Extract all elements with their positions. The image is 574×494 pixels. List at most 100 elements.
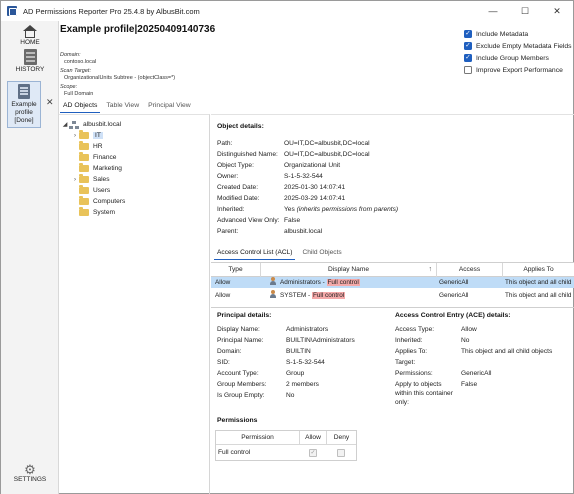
maximize-button[interactable]: ☐ xyxy=(509,1,541,21)
nav-profile-example[interactable]: Example profile [Done] xyxy=(7,81,41,128)
acl-type-cell: Allow xyxy=(215,292,231,299)
principal-label: SID: xyxy=(217,359,230,366)
nav-settings-label: SETTINGS xyxy=(13,476,47,483)
close-button[interactable]: ✕ xyxy=(541,1,573,21)
tree-node-finance[interactable]: Finance xyxy=(71,152,116,163)
principal-value: S-1-5-32-544 xyxy=(286,359,325,366)
tree-node-label: Computers xyxy=(93,198,126,205)
acl-applies-cell: This object and all child xyxy=(505,292,572,299)
app-window: AD Permissions Reporter Pro 25.4.8 by Al… xyxy=(0,0,574,494)
detail-value: S-1-5-32-544 xyxy=(284,173,323,180)
ace-label: within this container xyxy=(395,390,453,397)
allow-checkbox-checked-icon: ✓ xyxy=(309,449,317,457)
tree-node-label: IT xyxy=(93,132,103,139)
domain-label: Domain: xyxy=(60,52,81,58)
inherited-note: (inherits permissions from parents) xyxy=(296,206,399,213)
profile-header: Example profile|20250409140736 Domain: c… xyxy=(60,21,574,99)
nav-settings[interactable]: ⚙ SETTINGS xyxy=(1,463,59,484)
ace-value: This object and all child objects xyxy=(461,348,553,355)
tree-node-label: albusbit.local xyxy=(83,121,122,128)
tree-node-computers[interactable]: Computers xyxy=(71,196,125,207)
folder-icon xyxy=(79,185,89,194)
tree-node-it[interactable]: › IT xyxy=(71,130,103,141)
checkbox-checked-icon[interactable]: ✓ xyxy=(464,54,472,62)
column-header-type[interactable]: Type xyxy=(211,263,261,277)
detail-value: 2025-03-29 14:07:41 xyxy=(284,195,346,202)
folder-icon xyxy=(79,163,89,172)
table-row[interactable]: Allow Administrators - Full control Gene… xyxy=(211,277,574,288)
checkbox-unchecked-icon[interactable] xyxy=(464,66,472,74)
option-improve-export-performance[interactable]: Improve Export Performance xyxy=(464,64,572,76)
column-header-deny[interactable]: Deny xyxy=(327,431,356,445)
acl-grid-header: Type Display Name ↑ Access Applies To xyxy=(211,263,574,277)
nav-history-label: HISTORY xyxy=(15,66,45,73)
option-exclude-empty-metadata[interactable]: ✓ Exclude Empty Metadata Fields xyxy=(464,40,572,52)
tab-ad-objects[interactable]: AD Objects xyxy=(60,99,101,113)
checkbox-checked-icon[interactable]: ✓ xyxy=(464,30,472,38)
column-header-allow[interactable]: Allow xyxy=(300,431,327,445)
profile-label-line3: [Done] xyxy=(14,117,34,124)
nav-home[interactable]: HOME xyxy=(1,25,59,47)
tree-node-root[interactable]: ◢ albusbit.local xyxy=(61,119,121,130)
tree-node-label: Marketing xyxy=(93,165,122,172)
tree-node-sales[interactable]: › Sales xyxy=(71,174,110,185)
detail-value: OU=IT,DC=albusbit,DC=local xyxy=(284,151,370,158)
column-header-display-name[interactable]: Display Name ↑ xyxy=(261,263,437,277)
column-header-applies-to[interactable]: Applies To xyxy=(503,263,574,277)
table-row[interactable]: Allow SYSTEM - Full control GenericAll T… xyxy=(211,290,574,301)
principal-name: SYSTEM xyxy=(280,292,307,299)
principal-details-title: Principal details: xyxy=(217,312,272,319)
tree-node-system[interactable]: System xyxy=(71,207,115,218)
detail-label: Object Type: xyxy=(217,162,254,169)
ad-object-tree: ◢ albusbit.local › IT HR Finance Marketi… xyxy=(59,114,210,494)
tab-principal-view[interactable]: Principal View xyxy=(145,99,194,113)
column-header-permission[interactable]: Permission xyxy=(216,431,300,445)
column-header-access[interactable]: Access xyxy=(437,263,503,277)
checkbox-checked-icon[interactable]: ✓ xyxy=(464,42,472,50)
principal-value: 2 members xyxy=(286,381,319,388)
principal-label: Display Name: xyxy=(217,326,260,333)
home-icon xyxy=(22,25,38,39)
acl-type-cell: Allow xyxy=(215,279,231,286)
window-title: AD Permissions Reporter Pro 25.4.8 by Al… xyxy=(23,6,200,16)
option-label: Improve Export Performance xyxy=(476,66,563,74)
tab-table-view[interactable]: Table View xyxy=(103,99,142,113)
deny-checkbox-unchecked-icon xyxy=(337,449,345,457)
domain-value: contoso.local xyxy=(64,59,97,65)
scan-target-label: Scan Target: xyxy=(60,68,91,74)
ace-value: False xyxy=(461,381,478,388)
option-include-group-members[interactable]: ✓ Include Group Members xyxy=(464,52,572,64)
tree-node-users[interactable]: Users xyxy=(71,185,110,196)
collapse-arrow-icon[interactable]: ◢ xyxy=(61,121,69,128)
acl-name-cell: SYSTEM - Full control xyxy=(269,290,437,301)
expand-arrow-icon[interactable]: › xyxy=(71,133,79,139)
nav-history[interactable]: HISTORY xyxy=(1,49,59,74)
scan-target-value: OrganizationalUnits Subtree - (objectCla… xyxy=(64,75,176,81)
option-include-metadata[interactable]: ✓ Include Metadata xyxy=(464,28,572,40)
tree-node-marketing[interactable]: Marketing xyxy=(71,163,122,174)
tree-node-label: HR xyxy=(93,143,103,150)
view-tabs: AD Objects Table View Principal View xyxy=(60,99,197,113)
ace-details-title: Access Control Entry (ACE) details: xyxy=(395,312,511,319)
tab-acl[interactable]: Access Control List (ACL) xyxy=(214,247,296,260)
detail-label: Inherited: xyxy=(217,206,245,213)
folder-icon xyxy=(79,207,89,216)
details-panel: Object details: Path: OU=IT,DC=albusbit,… xyxy=(211,114,574,494)
acl-access-cell: GenericAll xyxy=(439,279,469,286)
option-label: Exclude Empty Metadata Fields xyxy=(476,42,572,50)
close-profile-icon[interactable]: ✕ xyxy=(46,97,54,108)
detail-subtabs: Access Control List (ACL) Child Objects xyxy=(214,247,349,260)
detail-label: Owner: xyxy=(217,173,239,180)
left-navigation: HOME HISTORY Example profile [Done] ✕ ⚙ … xyxy=(1,21,59,494)
tree-node-hr[interactable]: HR xyxy=(71,141,103,152)
inherited-value: Yes xyxy=(284,206,295,213)
minimize-button[interactable]: — xyxy=(477,1,509,21)
folder-icon xyxy=(79,174,89,183)
detail-label: Path: xyxy=(217,140,233,147)
scope-label: Scope: xyxy=(60,84,78,90)
title-bar: AD Permissions Reporter Pro 25.4.8 by Al… xyxy=(1,1,573,21)
ace-label: Inherited: xyxy=(395,337,423,344)
tab-child-objects[interactable]: Child Objects xyxy=(299,247,344,260)
expand-arrow-icon[interactable]: › xyxy=(71,177,79,183)
principal-label: Group Members: xyxy=(217,381,267,388)
